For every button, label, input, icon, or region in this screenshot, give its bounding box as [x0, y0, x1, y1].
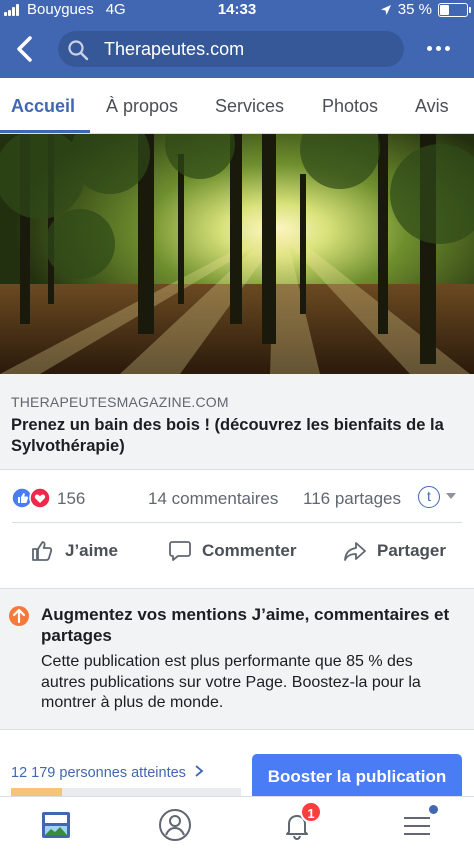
chevron-right-icon — [195, 765, 204, 777]
shares-count[interactable]: 116 partages — [303, 489, 401, 509]
post-actions: J’aime Commenter Partager — [0, 523, 474, 579]
status-right: 35 % — [380, 1, 471, 18]
profile-icon — [159, 809, 191, 841]
like-button[interactable]: J’aime — [31, 539, 118, 563]
share-button[interactable]: Partager — [343, 539, 446, 563]
reactions-row: 156 14 commentaires 116 partages t — [0, 470, 474, 522]
notification-badge: 1 — [300, 801, 322, 823]
boost-post-button[interactable]: Booster la publication — [252, 754, 462, 800]
search-bar[interactable]: Therapeutes.com — [58, 31, 404, 67]
like-reaction-icon — [11, 487, 33, 509]
dot-icon — [445, 46, 450, 51]
nav-page-feed[interactable] — [38, 807, 74, 843]
comment-icon — [169, 541, 191, 561]
search-value: Therapeutes.com — [104, 39, 245, 59]
page-tabs: Accueil À propos Services Photos Avis — [0, 78, 474, 134]
dot-icon — [436, 46, 441, 51]
reach-label: 12 179 personnes atteintes — [11, 765, 186, 781]
reach-row: 12 179 personnes atteintes Booster la pu… — [0, 730, 474, 800]
link-title: Prenez un bain des bois ! (découvrez les… — [11, 416, 444, 455]
active-tab-indicator — [0, 130, 90, 133]
chevron-left-icon — [17, 36, 32, 62]
reach-link[interactable]: 12 179 personnes atteintes — [11, 765, 204, 781]
comment-label: Commenter — [202, 541, 297, 560]
tab-a-propos[interactable]: À propos — [106, 96, 178, 117]
boost-title: Augmentez vos mentions J’aime, commentai… — [41, 605, 450, 645]
tab-services[interactable]: Services — [215, 96, 284, 117]
arrow-up-icon — [9, 606, 29, 626]
forest-photo — [0, 134, 474, 374]
love-reaction-icon — [29, 487, 51, 509]
location-arrow-icon — [380, 4, 391, 15]
tab-accueil[interactable]: Accueil — [11, 96, 75, 117]
tab-avis[interactable]: Avis — [415, 96, 449, 117]
reaction-count[interactable]: 156 — [57, 489, 85, 509]
battery-percent: 35 % — [397, 1, 432, 18]
back-button[interactable] — [12, 34, 38, 64]
search-icon — [68, 40, 89, 61]
bottom-nav: 1 — [0, 796, 474, 854]
nav-profile[interactable] — [157, 807, 193, 843]
page-feed-icon — [42, 812, 70, 838]
status-bar: Bouygues 4G 14:33 35 % — [0, 0, 474, 20]
menu-notification-dot — [429, 805, 438, 814]
boost-description: Cette publication est plus performante q… — [41, 653, 421, 711]
link-preview[interactable]: THERAPEUTESMAGAZINE.COM Prenez un bain d… — [0, 374, 474, 470]
comments-count[interactable]: 14 commentaires — [148, 489, 278, 509]
reaction-icons[interactable] — [11, 487, 53, 509]
reach-progress-bar — [11, 788, 241, 796]
top-bar: Bouygues 4G 14:33 35 % Therapeutes.com — [0, 0, 474, 78]
share-arrow-icon — [344, 542, 366, 561]
battery-icon — [438, 2, 471, 17]
thumbs-up-icon — [32, 541, 53, 561]
link-domain: THERAPEUTESMAGAZINE.COM — [11, 394, 229, 410]
boost-suggestion: Augmentez vos mentions J’aime, commentai… — [0, 588, 474, 730]
dot-icon — [427, 46, 432, 51]
share-label: Partager — [377, 541, 446, 560]
like-label: J’aime — [65, 541, 118, 560]
page-avatar-icon[interactable]: t — [418, 486, 440, 508]
caret-down-icon[interactable] — [446, 493, 456, 499]
comment-button[interactable]: Commenter — [168, 539, 296, 563]
post-image[interactable] — [0, 134, 474, 374]
tab-photos[interactable]: Photos — [322, 96, 378, 117]
more-options-button[interactable] — [427, 46, 450, 51]
